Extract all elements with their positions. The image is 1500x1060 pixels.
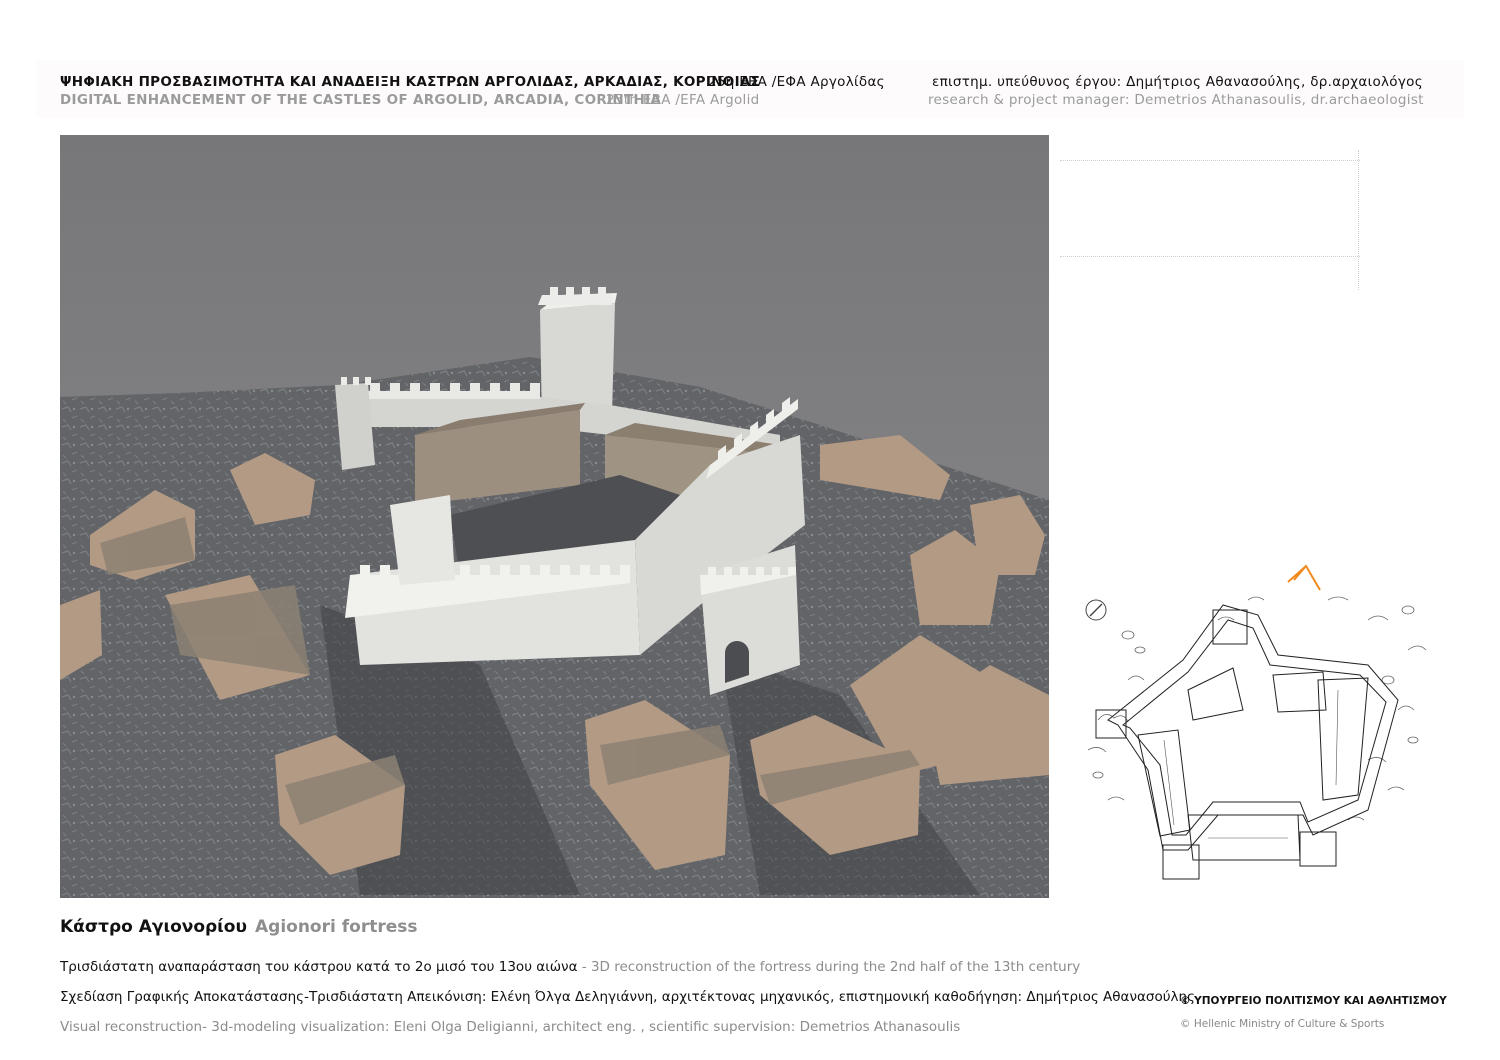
guide-line	[1060, 256, 1360, 257]
ministry-credit-en: © Hellenic Ministry of Culture & Sports	[1180, 1018, 1385, 1030]
manager-en: research & project manager: Demetrios At…	[928, 92, 1424, 108]
ministry-credit-gr: © ΥΠΟΥΡΓΕΙΟ ΠΟΛΙΤΙΣΜΟΥ ΚΑΙ ΑΘΛΗΤΙΣΜΟΥ	[1180, 995, 1447, 1007]
manager-gr: επιστημ. υπεύθυνος έργου: Δημήτριος Αθαν…	[932, 74, 1423, 90]
ephorate-gr: 25η ΕΒΑ /ΕΦΑ Αργολίδας	[708, 74, 885, 90]
guide-line	[1358, 150, 1359, 290]
caption-line-1-en: - 3D reconstruction of the fortress duri…	[577, 959, 1081, 975]
fortress-plan-drawing	[1068, 560, 1448, 900]
project-title-gr: ΨΗΦΙΑΚΗ ΠΡΟΣΒΑΣΙΜΟΤΗΤΑ ΚΑΙ ΑΝΑΔΕΙΞΗ ΚΑΣΤ…	[60, 74, 761, 90]
caption-line-2: Σχεδίαση Γραφικής Αποκατάστασης-Τρισδιάσ…	[60, 989, 1195, 1005]
caption-line-3: Visual reconstruction- 3d-modeling visua…	[60, 1019, 961, 1035]
fortress-title-en: Agionori fortress	[255, 917, 418, 937]
fortress-3d-render	[60, 135, 1049, 898]
ephorate-en: 25th EBA /EFA Argolid	[606, 92, 760, 108]
project-title-en: DIGITAL ENHANCEMENT OF THE CASTLES OF AR…	[60, 92, 662, 108]
caption-line-1: Τρισδιάστατη αναπαράσταση του κάστρου κα…	[60, 959, 1080, 975]
caption-line-1-gr: Τρισδιάστατη αναπαράσταση του κάστρου κα…	[60, 959, 578, 975]
fortress-title-gr: Κάστρο Αγιονορίου	[60, 917, 247, 937]
guide-line	[1060, 160, 1360, 161]
